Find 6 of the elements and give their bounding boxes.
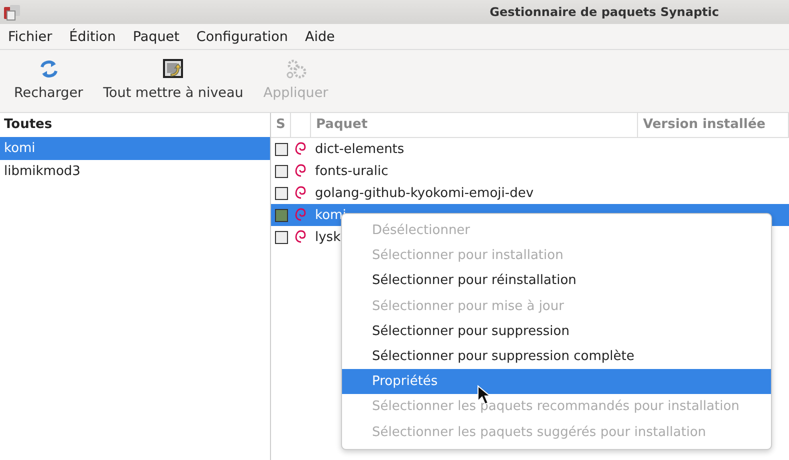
window-title: Gestionnaire de paquets Synaptic <box>490 5 719 19</box>
sidebar-header: Toutes <box>3 116 54 134</box>
package-name: lysk <box>315 230 341 244</box>
package-name: golang-github-kyokomi-emoji-dev <box>315 186 534 200</box>
package-name: fonts-uralic <box>315 164 388 178</box>
package-name: dict-elements <box>315 142 404 156</box>
